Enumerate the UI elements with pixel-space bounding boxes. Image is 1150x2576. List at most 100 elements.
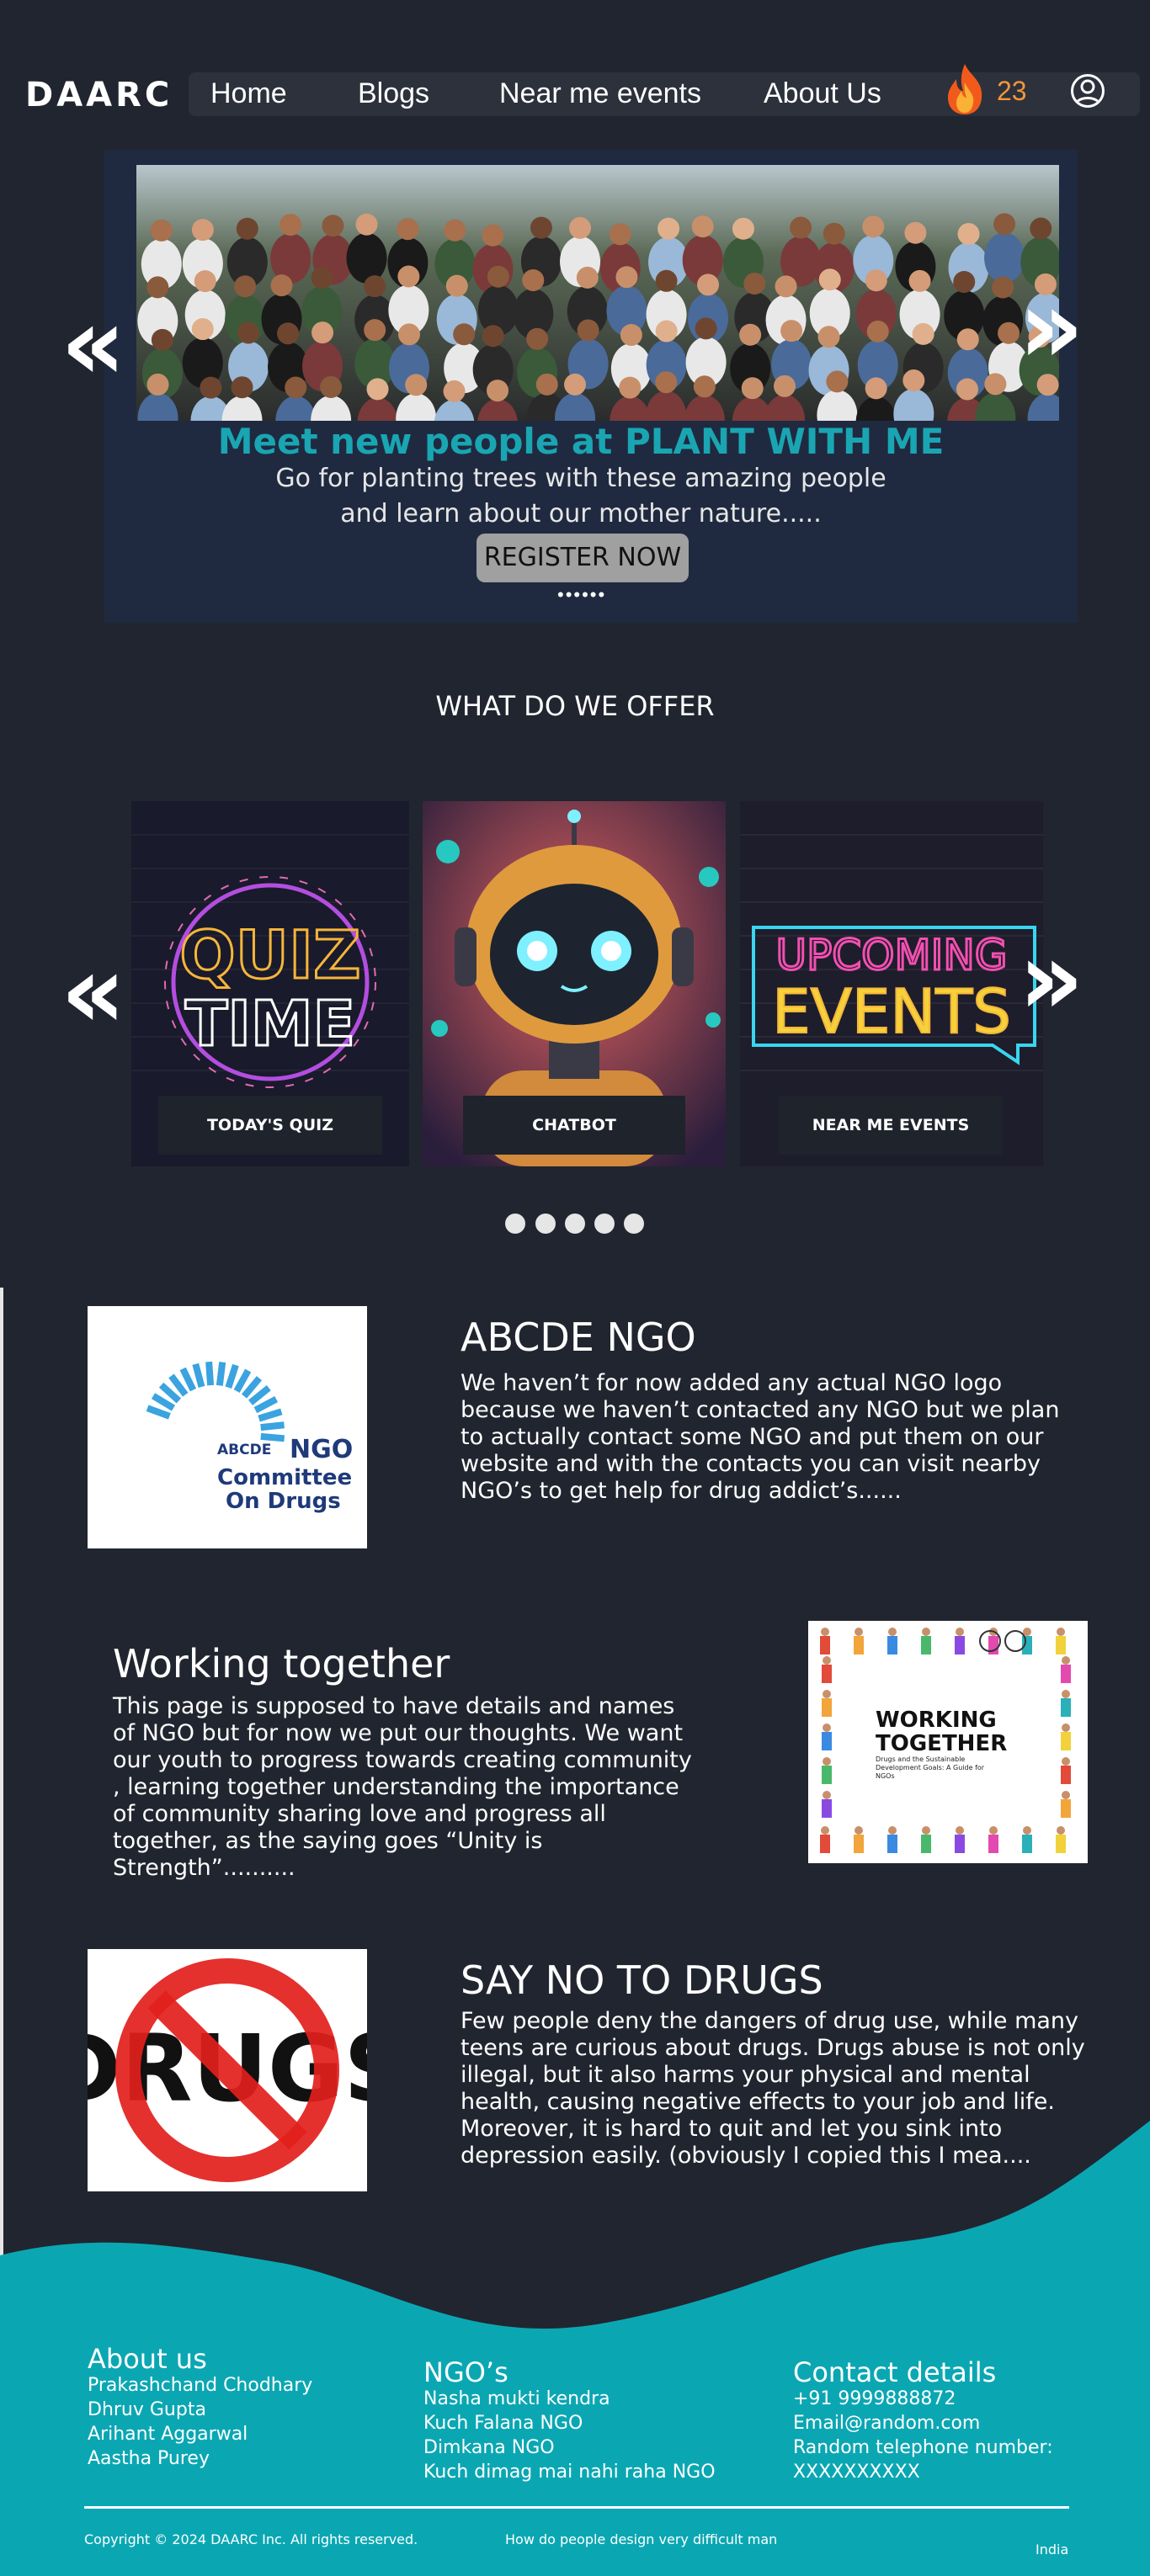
offer-dot-3[interactable] — [565, 1214, 585, 1234]
site-logo[interactable]: DAARC — [25, 76, 173, 114]
events-card[interactable]: UPCOMING EVENTS NEAR ME EVENTS — [740, 801, 1043, 1166]
logo-ray — [205, 1361, 215, 1386]
footer-about-item[interactable]: Arihant Aggarwal — [88, 2422, 312, 2446]
footer-about-item[interactable]: Prakashchand Chodhary — [88, 2373, 312, 2398]
working-image-subtitle: Drugs and the Sustainable Development Go… — [876, 1755, 985, 1780]
offer-dot-4[interactable] — [594, 1214, 615, 1234]
footer-contact-email[interactable]: Email@random.com — [793, 2411, 1053, 2435]
nav-home[interactable]: Home — [210, 77, 287, 110]
crowd-person-head — [739, 323, 762, 346]
illustration-person-body — [822, 1665, 832, 1683]
illustration-person-head — [888, 1826, 897, 1835]
footer-contact-label: Random telephone number: — [793, 2437, 1053, 2458]
illustration-person-head — [855, 1826, 863, 1835]
hero-carousel-dots[interactable]: •••••• — [557, 584, 606, 606]
offer-next-arrow[interactable]: » — [1019, 929, 1084, 1030]
crowd-person-head — [237, 321, 260, 344]
illustration-person-head — [1062, 1791, 1070, 1799]
crowd-person-head — [355, 213, 378, 236]
illustration-person-head — [989, 1826, 998, 1835]
crowd-person-head — [151, 328, 173, 351]
crowd-person-head — [956, 328, 979, 351]
quiz-card[interactable]: QUIZ TIME TODAY'S QUIZ — [131, 801, 409, 1166]
hero-desc-line-2: and learn about our mother nature..... — [340, 499, 822, 528]
offer-prev-arrow[interactable]: « — [61, 943, 126, 1044]
crowd-person-head — [615, 266, 638, 289]
crowd-person-head — [200, 376, 222, 399]
crowd-person-head — [311, 321, 334, 344]
crowd-person-head — [280, 214, 302, 236]
crowd-person-head — [444, 219, 466, 242]
crowd-person-head — [569, 216, 592, 239]
footer-contact-phone[interactable]: +91 9999888872 — [793, 2387, 1053, 2411]
abcde-ngo-title: ABCDE NGO — [461, 1315, 696, 1360]
illustration-person-head — [888, 1628, 897, 1636]
illustration-person-head — [855, 1628, 863, 1636]
crowd-person-head — [658, 217, 680, 240]
logo-text-ngo: NGO — [290, 1435, 353, 1464]
illustration-person-body — [1061, 1665, 1071, 1683]
crowd-person-head — [818, 268, 841, 291]
crowd-person-head — [992, 276, 1014, 299]
nav-near-me-events[interactable]: Near me events — [499, 77, 701, 110]
crowd-person-head — [993, 213, 1016, 236]
hero-next-arrow[interactable]: » — [1019, 278, 1084, 379]
crowd-person-head — [655, 371, 678, 394]
chatbot-button[interactable]: CHATBOT — [463, 1096, 685, 1155]
offer-section-title: WHAT DO WE OFFER — [435, 690, 715, 722]
offer-dot-1[interactable] — [505, 1214, 525, 1234]
hero-prev-arrow[interactable]: « — [61, 295, 126, 396]
illustration-person-body — [955, 1835, 965, 1853]
footer-ngo-item[interactable]: Kuch dimag mai nahi raha NGO — [423, 2460, 716, 2484]
illustration-person-body — [822, 1732, 832, 1750]
profile-avatar-icon[interactable] — [1071, 74, 1105, 108]
crowd-person-head — [780, 320, 803, 343]
crowd-person-head — [655, 269, 678, 292]
nav-blogs[interactable]: Blogs — [358, 77, 429, 110]
hero-title: Meet new people at PLANT WITH ME — [217, 421, 945, 462]
illustration-person-head — [821, 1628, 829, 1636]
offer-dot-5[interactable] — [624, 1214, 644, 1234]
crowd-person-head — [453, 323, 476, 346]
footer-contact-number: XXXXXXXXXX — [793, 2462, 920, 2483]
illustration-person-body — [887, 1636, 897, 1654]
illustration-person-body — [1061, 1799, 1071, 1818]
footer-about-item[interactable]: Aastha Purey — [88, 2446, 312, 2471]
logo-text-committee: Committee — [217, 1465, 352, 1490]
footer-ngo-item[interactable]: Dimkana NGO — [423, 2435, 716, 2460]
crowd-person-head — [998, 321, 1020, 344]
todays-quiz-button[interactable]: TODAY'S QUIZ — [158, 1096, 382, 1155]
near-me-events-button[interactable]: NEAR ME EVENTS — [779, 1096, 1003, 1155]
illustration-person-body — [822, 1766, 832, 1784]
crowd-person-body — [346, 232, 387, 284]
footer-ngo-item[interactable]: Nasha mukti kendra — [423, 2387, 716, 2411]
footer-ngos-title: NGO’s — [423, 2356, 508, 2388]
illustration-person-head — [823, 1757, 831, 1766]
illustration-person-head — [956, 1826, 964, 1835]
illustration-person-body — [1056, 1835, 1066, 1853]
footer-country: India — [1036, 2541, 1069, 2557]
crowd-person-head — [405, 374, 428, 396]
logo-text-abcde: ABCDE — [217, 1442, 271, 1458]
illustration-person-head — [821, 1826, 829, 1835]
footer-about-item[interactable]: Dhruv Gupta — [88, 2398, 312, 2422]
illustration-person-head — [823, 1656, 831, 1665]
crowd-person-head — [695, 317, 717, 340]
offer-dot-2[interactable] — [535, 1214, 556, 1234]
register-now-button[interactable]: REGISTER NOW — [477, 534, 689, 582]
illustration-person-head — [1023, 1826, 1031, 1835]
illustration-person-head — [1062, 1757, 1070, 1766]
crowd-person-head — [320, 375, 343, 398]
nav-about-us[interactable]: About Us — [764, 77, 881, 110]
crowd-person-head — [191, 318, 214, 341]
illustration-person-body — [820, 1835, 830, 1853]
illustration-person-body — [1061, 1766, 1071, 1784]
crowd-person-head — [904, 221, 927, 244]
crowd-person-head — [150, 219, 173, 242]
footer-ngo-item[interactable]: Kuch Falana NGO — [423, 2411, 716, 2435]
chatbot-card[interactable]: CHATBOT — [423, 801, 726, 1166]
footer-ngos-list: Nasha mukti kendra Kuch Falana NGO Dimka… — [423, 2387, 716, 2484]
illustration-person-body — [1022, 1835, 1032, 1853]
crowd-person-head — [398, 323, 421, 346]
crowd-person-head — [697, 274, 720, 296]
